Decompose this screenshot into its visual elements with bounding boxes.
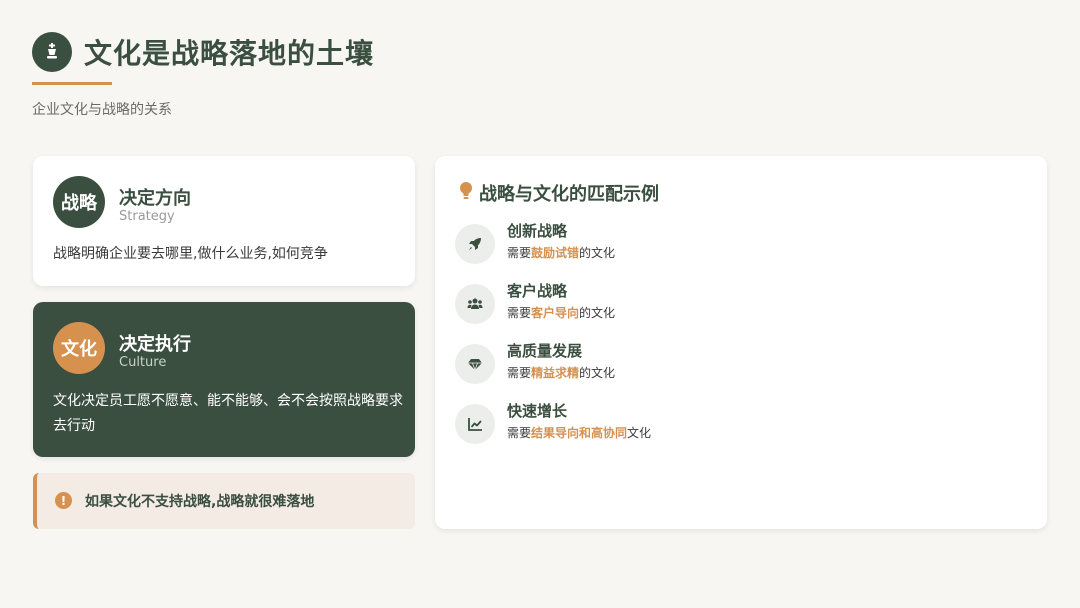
strategy-card: 战略 决定方向 Strategy 战略明确企业要去哪里,做什么业务,如何竞争 bbox=[33, 156, 415, 286]
culture-body: 文化决定员工愿不愿意、能不能够、会不会按照战略要求去行动 bbox=[53, 393, 403, 434]
lightbulb-icon bbox=[459, 181, 473, 205]
example-description: 需要客户导向的文化 bbox=[507, 306, 616, 320]
title-underline bbox=[32, 82, 112, 85]
page-title: 文化是战略落地的土壤 bbox=[84, 37, 375, 70]
exclamation-icon: ! bbox=[55, 492, 72, 509]
warning-text: 如果文化不支持战略,战略就很难落地 bbox=[85, 494, 315, 510]
strategy-heading-en: Strategy bbox=[119, 209, 175, 224]
example-highlight: 鼓励试错 bbox=[531, 246, 580, 260]
example-description: 需要鼓励试错的文化 bbox=[507, 246, 616, 260]
examples-title-row: 战略与文化的匹配示例 bbox=[459, 180, 659, 206]
example-item: 客户战略 需要客户导向的文化 bbox=[455, 280, 1015, 330]
culture-badge: 文化 bbox=[53, 322, 105, 374]
strategy-heading: 决定方向 bbox=[119, 188, 191, 209]
culture-heading-en: Culture bbox=[119, 355, 167, 370]
header: 文化是战略落地的土壤 企业文化与战略的关系 bbox=[32, 32, 374, 119]
chart-line-icon bbox=[455, 404, 495, 444]
example-title: 创新战略 bbox=[507, 222, 568, 240]
page-subtitle: 企业文化与战略的关系 bbox=[32, 102, 172, 118]
example-description: 需要结果导向和高协同文化 bbox=[507, 426, 652, 440]
gem-icon bbox=[455, 344, 495, 384]
example-highlight: 精益求精 bbox=[531, 366, 580, 380]
rocket-icon bbox=[455, 224, 495, 264]
strategy-badge: 战略 bbox=[53, 176, 105, 228]
users-icon bbox=[455, 284, 495, 324]
example-highlight: 客户导向 bbox=[531, 306, 580, 320]
example-title: 客户战略 bbox=[507, 282, 568, 300]
examples-title: 战略与文化的匹配示例 bbox=[479, 184, 659, 205]
culture-heading: 决定执行 bbox=[119, 334, 191, 355]
example-item: 创新战略 需要鼓励试错的文化 bbox=[455, 220, 1015, 270]
example-title: 快速增长 bbox=[507, 402, 568, 420]
examples-card: 战略与文化的匹配示例 创新战略 需要鼓励试错的文化 客户战略 需要客户导向的文化… bbox=[435, 156, 1047, 529]
example-description: 需要精益求精的文化 bbox=[507, 366, 616, 380]
title-row: 文化是战略落地的土壤 bbox=[32, 32, 374, 72]
strategy-body: 战略明确企业要去哪里,做什么业务,如何竞争 bbox=[53, 246, 328, 262]
warning-callout: ! 如果文化不支持战略,战略就很难落地 bbox=[33, 473, 415, 529]
culture-card: 文化 决定执行 Culture 文化决定员工愿不愿意、能不能够、会不会按照战略要… bbox=[33, 302, 415, 457]
chess-icon bbox=[32, 32, 72, 72]
example-item: 快速增长 需要结果导向和高协同文化 bbox=[455, 400, 1015, 450]
example-item: 高质量发展 需要精益求精的文化 bbox=[455, 340, 1015, 390]
example-highlight: 结果导向和高协同 bbox=[531, 426, 628, 440]
example-title: 高质量发展 bbox=[507, 342, 583, 360]
